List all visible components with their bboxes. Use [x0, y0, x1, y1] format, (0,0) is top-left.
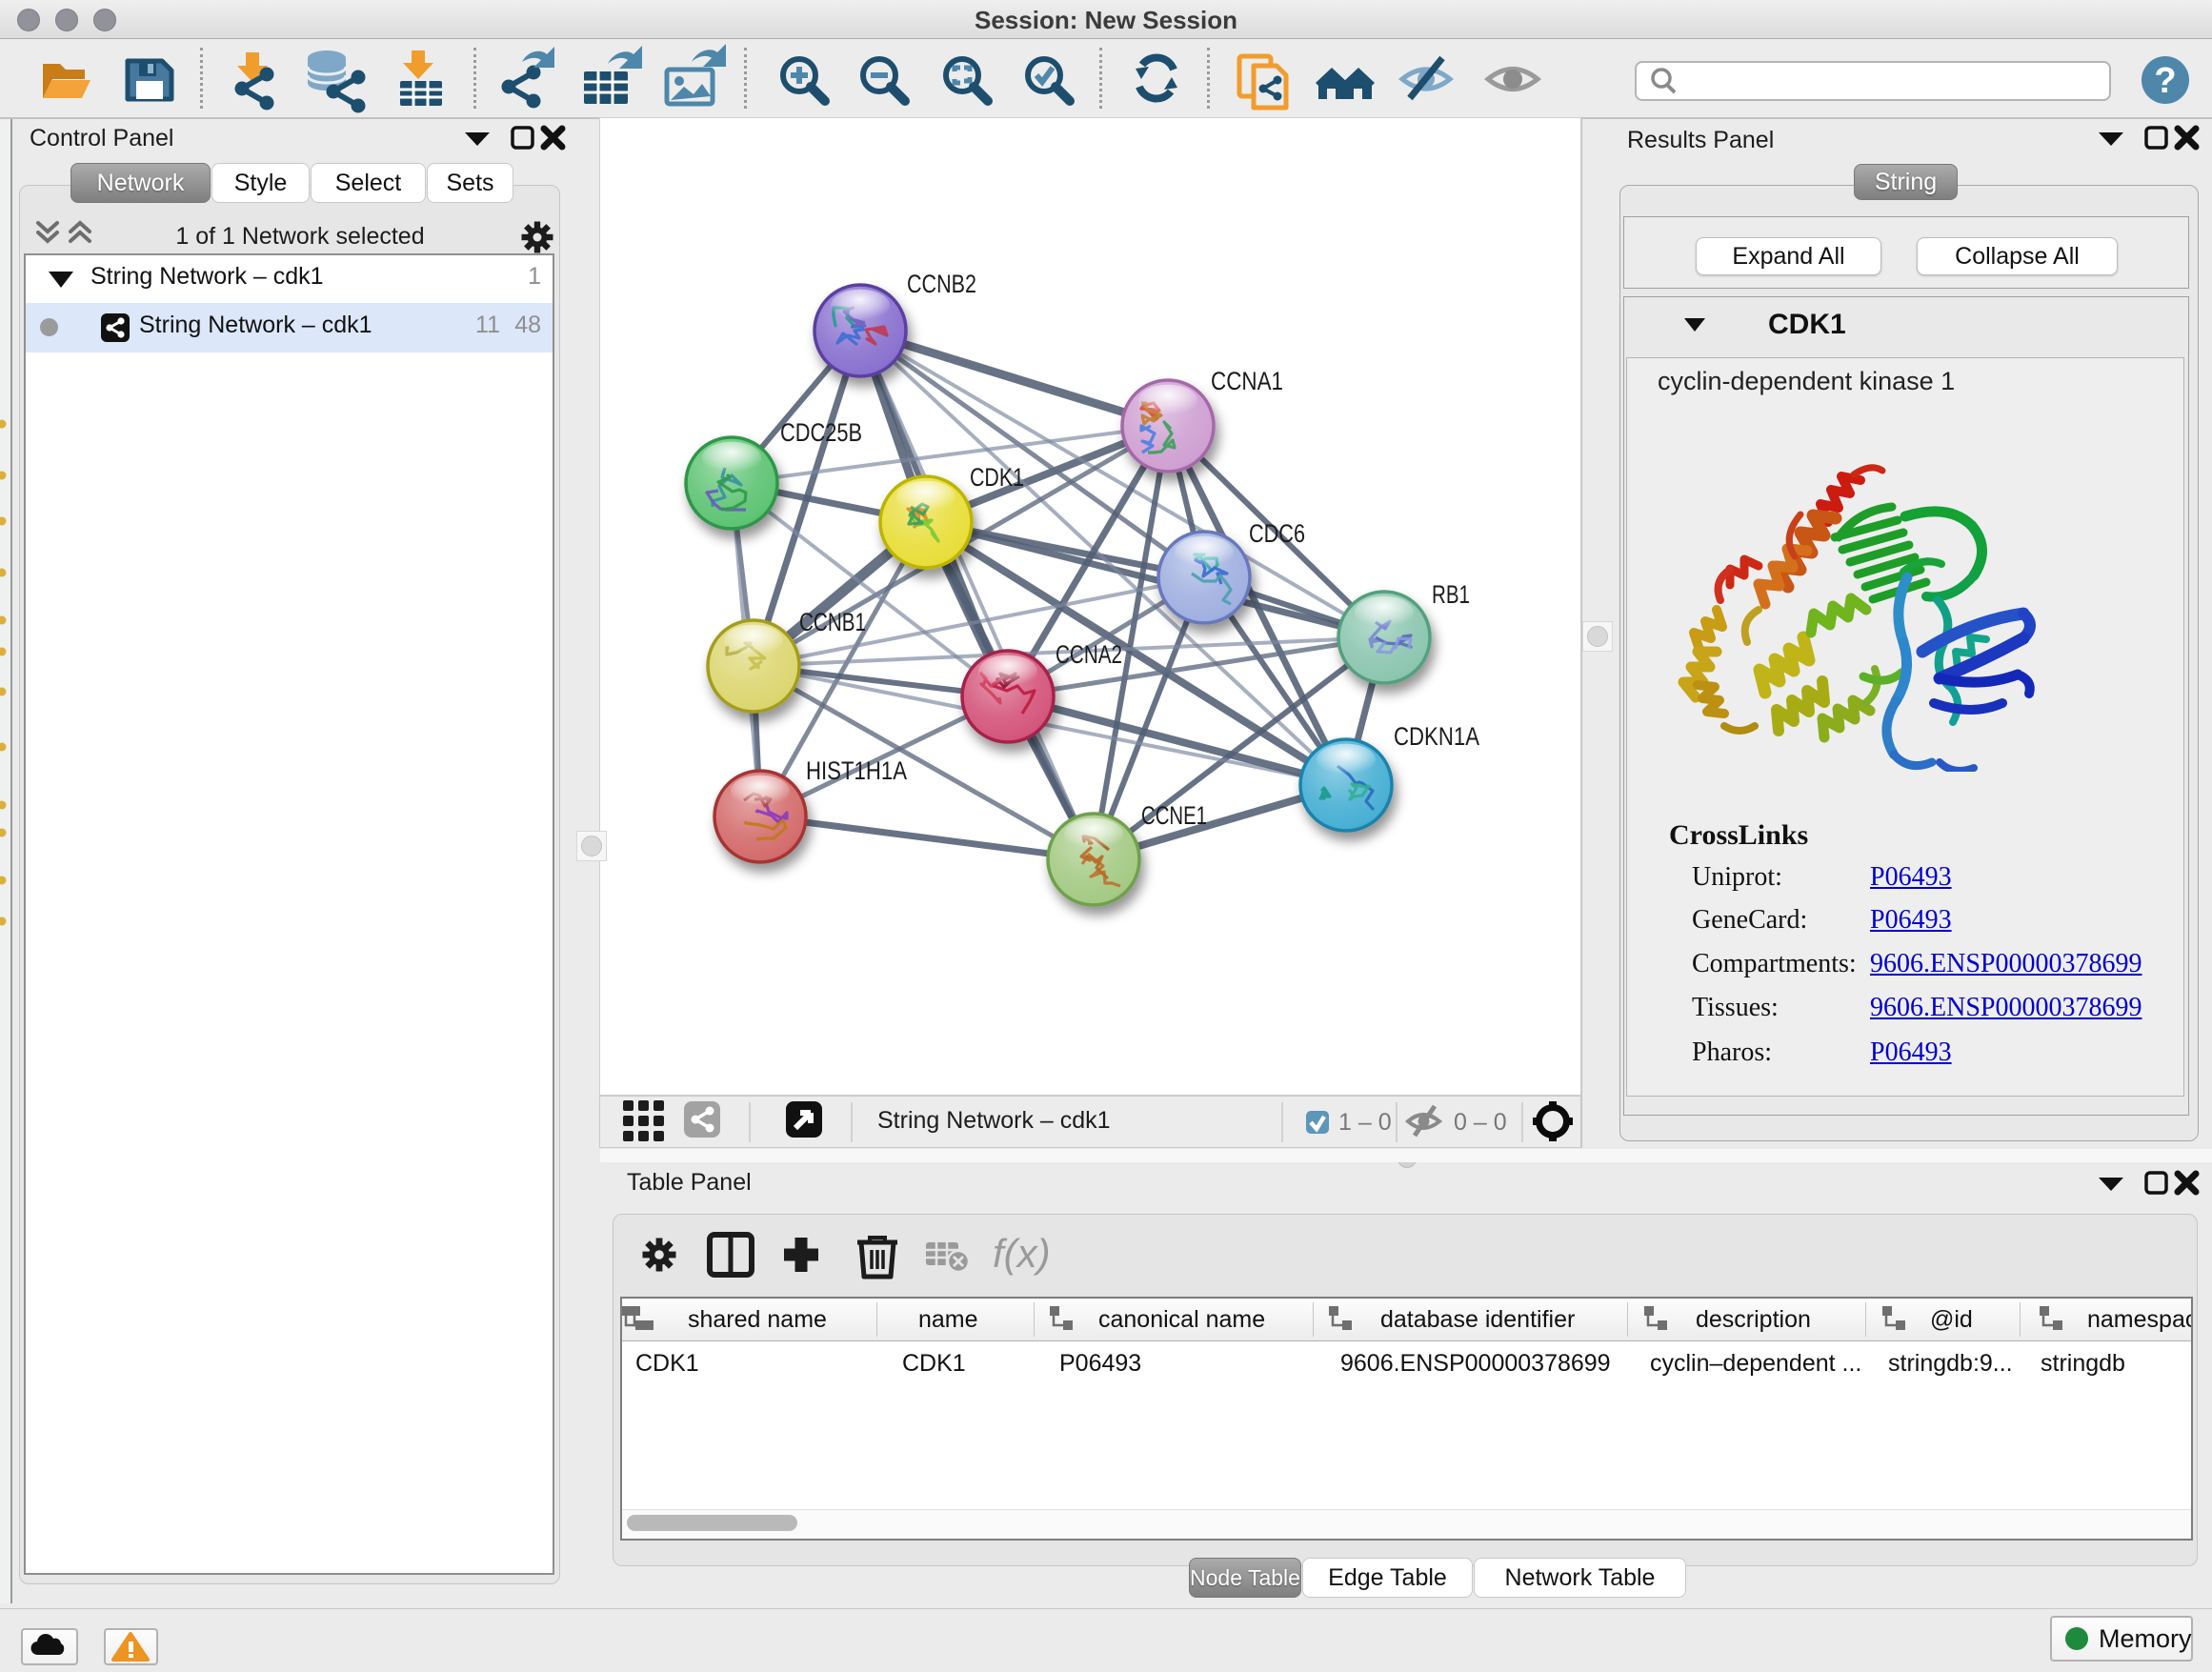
- svg-text:CCNE1: CCNE1: [1141, 801, 1207, 830]
- svg-text:CCNB2: CCNB2: [907, 270, 976, 298]
- svg-text:CDKN1A: CDKN1A: [1394, 722, 1479, 751]
- svg-text:1 – 0: 1 – 0: [1338, 1109, 1392, 1136]
- svg-text:0 – 0: 0 – 0: [1454, 1109, 1507, 1136]
- svg-text:CDC6: CDC6: [1249, 519, 1305, 548]
- svg-text:CDC25B: CDC25B: [780, 418, 862, 447]
- svg-text:CCNA1: CCNA1: [1211, 367, 1283, 395]
- svg-text:CCNA2: CCNA2: [1056, 640, 1122, 669]
- svg-text:CCNB1: CCNB1: [799, 608, 866, 636]
- svg-text:?: ?: [2154, 61, 2176, 101]
- svg-text:RB1: RB1: [1432, 580, 1470, 609]
- svg-text:CDK1: CDK1: [970, 463, 1024, 492]
- svg-text:HIST1H1A: HIST1H1A: [806, 756, 907, 785]
- svg-text:f(x): f(x): [993, 1231, 1051, 1276]
